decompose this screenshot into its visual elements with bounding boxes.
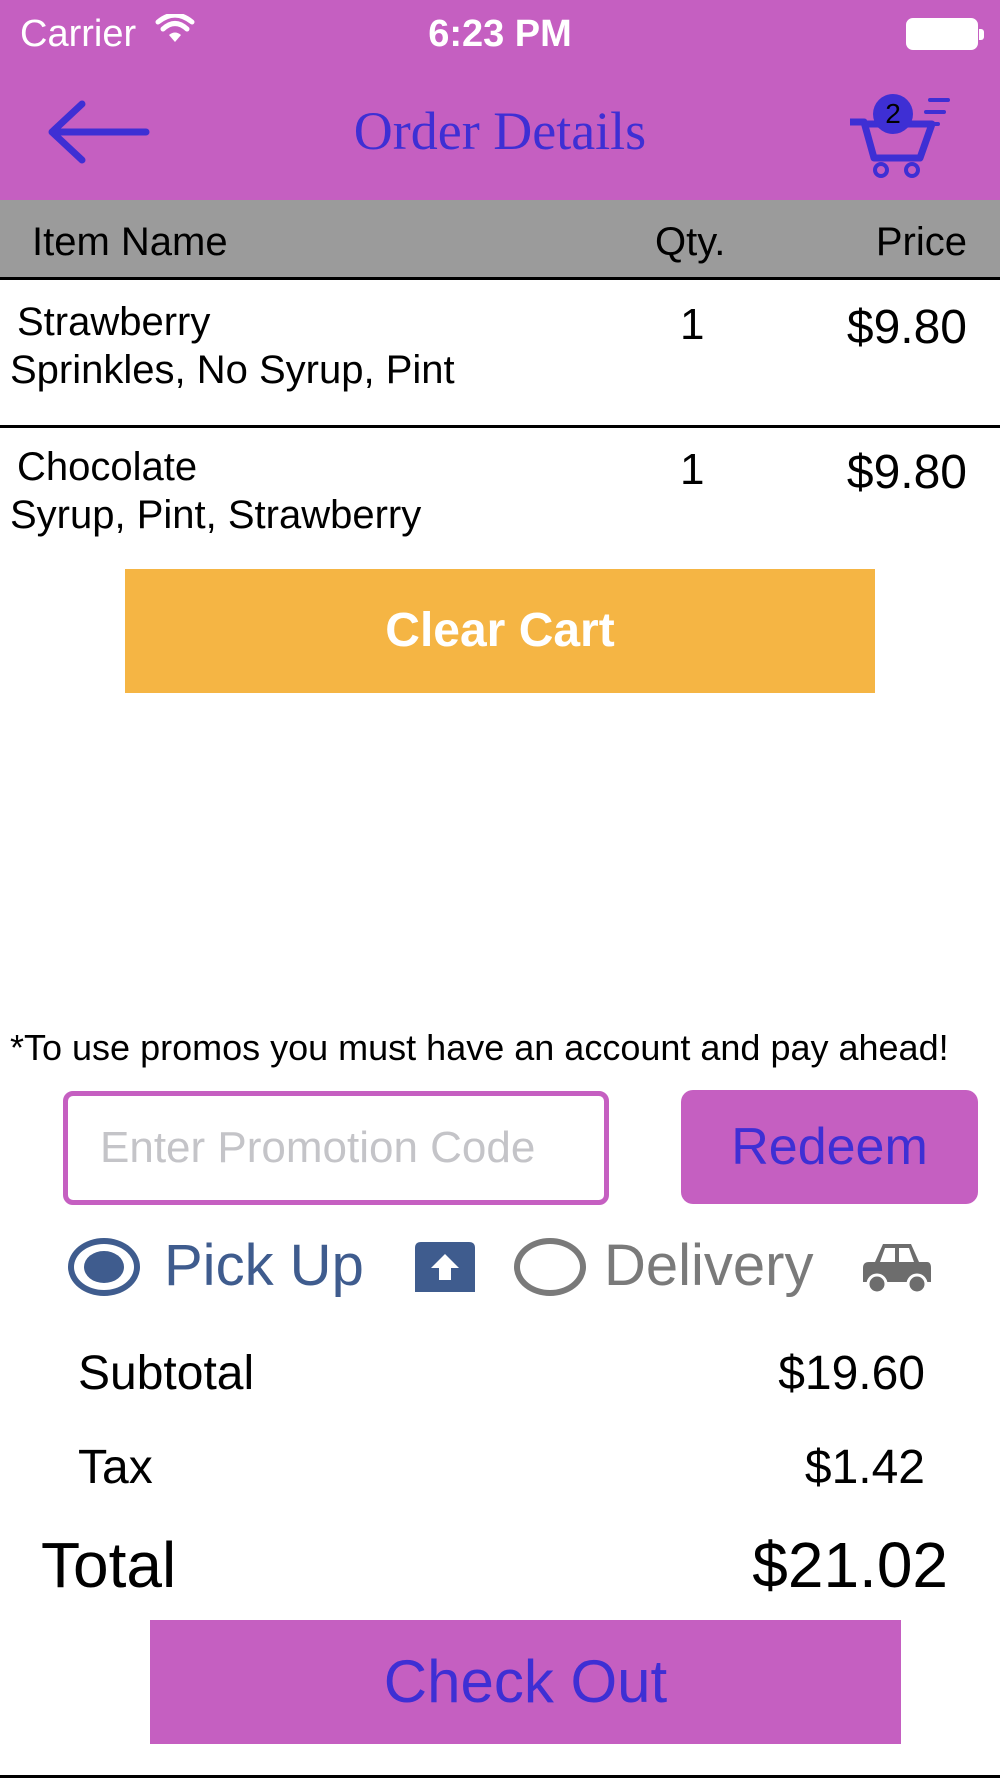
pickup-label[interactable]: Pick Up [164, 1232, 364, 1299]
status-time: 6:23 PM [428, 13, 572, 55]
delivery-radio[interactable] [514, 1238, 586, 1296]
tax-label: Tax [78, 1441, 153, 1494]
column-header-price: Price [875, 220, 967, 264]
item-options: Syrup, Pint, Strawberry [10, 493, 422, 537]
delivery-label[interactable]: Delivery [604, 1232, 814, 1299]
item-options: Sprinkles, No Syrup, Pint [10, 348, 455, 392]
table-header: Item Name Qty. Price [0, 200, 1000, 280]
checkout-button[interactable]: Check Out [150, 1620, 901, 1744]
tax-value: $1.42 [804, 1441, 925, 1494]
fulfillment-options: Pick Up Delivery [68, 1232, 948, 1302]
item-name: Chocolate [17, 445, 198, 489]
cart-count-badge: 2 [873, 94, 913, 134]
clear-cart-button[interactable]: Clear Cart [125, 569, 875, 693]
table-row[interactable]: Chocolate Syrup, Pint, Strawberry 1 $9.8… [0, 428, 1000, 573]
redeem-button[interactable]: Redeem [681, 1090, 978, 1204]
item-price: $9.80 [846, 446, 967, 499]
item-name: Strawberry [17, 300, 211, 344]
total-label: Total [41, 1529, 177, 1601]
header: Carrier 6:23 PM Order Details 2 [0, 0, 1000, 200]
item-price: $9.80 [846, 301, 967, 354]
store-icon [415, 1242, 475, 1292]
item-qty: 1 [680, 445, 705, 494]
promo-code-input[interactable] [63, 1091, 609, 1205]
status-bar: Carrier 6:23 PM [0, 0, 1000, 70]
promo-note: *To use promos you must have an account … [10, 1027, 949, 1068]
column-header-item-name: Item Name [32, 220, 228, 264]
subtotal-label: Subtotal [78, 1347, 255, 1400]
pickup-radio[interactable] [68, 1238, 140, 1296]
car-icon [863, 1244, 931, 1295]
subtotal-value: $19.60 [778, 1347, 925, 1400]
item-qty: 1 [680, 300, 705, 349]
cart-button[interactable]: 2 [848, 88, 953, 180]
table-row[interactable]: Strawberry Sprinkles, No Syrup, Pint 1 $… [0, 283, 1000, 428]
total-value: $21.02 [752, 1529, 948, 1601]
column-header-qty: Qty. [655, 220, 726, 264]
battery-icon [906, 18, 984, 50]
